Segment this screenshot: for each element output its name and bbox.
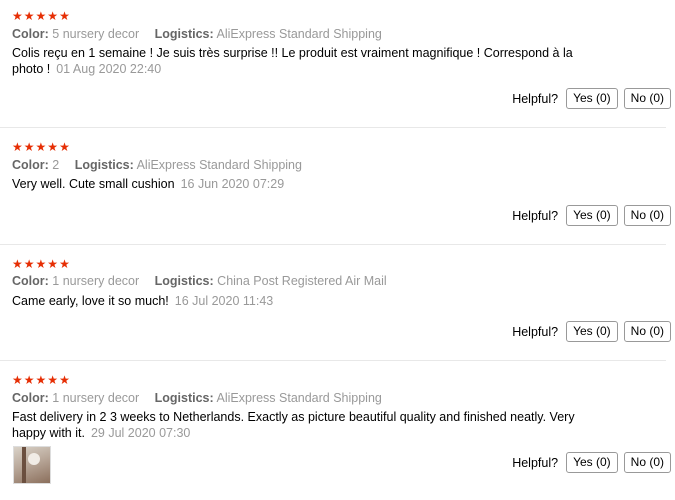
star-icon: ★ <box>35 9 47 23</box>
helpful-label: Helpful? <box>512 208 559 223</box>
star-icon: ★ <box>23 257 35 271</box>
star-rating: ★ ★ ★ ★ ★ <box>12 140 70 154</box>
review-meta: Color: 5 nursery decor Logistics: AliExp… <box>12 26 382 42</box>
helpful-bar: Helpful? Yes (0) No (0) <box>512 88 671 109</box>
logistics-value: AliExpress Standard Shipping <box>216 27 382 41</box>
star-icon: ★ <box>59 257 70 271</box>
star-icon: ★ <box>59 140 70 154</box>
review-text: Came early, love it so much! 16 Jul 2020 … <box>12 293 592 309</box>
helpful-label: Helpful? <box>512 324 559 339</box>
logistics-value: AliExpress Standard Shipping <box>216 391 382 405</box>
review-meta: Color: 2 Logistics: AliExpress Standard … <box>12 157 302 173</box>
helpful-yes-button[interactable]: Yes (0) <box>566 88 618 109</box>
logistics-label: Logistics: <box>154 274 214 288</box>
star-icon: ★ <box>12 140 23 154</box>
review-divider <box>0 360 666 361</box>
color-value: 1 nursery decor <box>52 391 140 405</box>
star-icon: ★ <box>23 9 35 23</box>
helpful-bar: Helpful? Yes (0) No (0) <box>512 321 671 342</box>
review-divider <box>0 127 666 128</box>
review-date: 16 Jul 2020 11:43 <box>174 294 274 308</box>
review-date: 01 Aug 2020 22:40 <box>56 62 162 76</box>
star-icon: ★ <box>47 140 59 154</box>
star-icon: ★ <box>35 140 47 154</box>
color-value: 2 <box>52 158 60 172</box>
review-text: Colis reçu en 1 semaine ! Je suis très s… <box>12 45 592 77</box>
star-rating: ★ ★ ★ ★ ★ <box>12 257 70 271</box>
color-label: Color: <box>12 391 49 405</box>
logistics-label: Logistics: <box>154 391 214 405</box>
review-body: Came early, love it so much! <box>12 294 169 308</box>
helpful-yes-button[interactable]: Yes (0) <box>566 205 618 226</box>
color-value: 5 nursery decor <box>52 27 140 41</box>
helpful-no-button[interactable]: No (0) <box>623 205 671 226</box>
logistics-value: AliExpress Standard Shipping <box>136 158 302 172</box>
color-label: Color: <box>12 158 49 172</box>
helpful-bar: Helpful? Yes (0) No (0) <box>512 205 671 226</box>
logistics-value: China Post Registered Air Mail <box>217 274 387 288</box>
star-icon: ★ <box>23 373 35 387</box>
star-icon: ★ <box>12 257 23 271</box>
helpful-bar: Helpful? Yes (0) No (0) <box>512 452 671 473</box>
star-icon: ★ <box>35 373 47 387</box>
review-date: 16 Jun 2020 07:29 <box>180 177 285 191</box>
review-date: 29 Jul 2020 07:30 <box>90 426 191 440</box>
helpful-no-button[interactable]: No (0) <box>623 321 671 342</box>
review-divider <box>0 244 666 245</box>
review-meta: Color: 1 nursery decor Logistics: AliExp… <box>12 390 382 406</box>
helpful-yes-button[interactable]: Yes (0) <box>566 452 618 473</box>
logistics-label: Logistics: <box>74 158 134 172</box>
helpful-no-button[interactable]: No (0) <box>623 452 671 473</box>
star-icon: ★ <box>47 257 59 271</box>
star-rating: ★ ★ ★ ★ ★ <box>12 9 70 23</box>
review-text: Fast delivery in 2 3 weeks to Netherland… <box>12 409 592 441</box>
review-photo-thumbnail[interactable] <box>13 446 51 484</box>
star-icon: ★ <box>47 373 59 387</box>
star-icon: ★ <box>12 373 23 387</box>
star-rating: ★ ★ ★ ★ ★ <box>12 373 70 387</box>
helpful-label: Helpful? <box>512 91 559 106</box>
star-icon: ★ <box>35 257 47 271</box>
color-label: Color: <box>12 274 49 288</box>
star-icon: ★ <box>23 140 35 154</box>
color-value: 1 nursery decor <box>52 274 140 288</box>
helpful-yes-button[interactable]: Yes (0) <box>566 321 618 342</box>
star-icon: ★ <box>59 373 70 387</box>
helpful-no-button[interactable]: No (0) <box>623 88 671 109</box>
star-icon: ★ <box>47 9 59 23</box>
helpful-label: Helpful? <box>512 455 559 470</box>
logistics-label: Logistics: <box>154 27 214 41</box>
review-body: Very well. Cute small cushion <box>12 177 175 191</box>
review-meta: Color: 1 nursery decor Logistics: China … <box>12 273 387 289</box>
color-label: Color: <box>12 27 49 41</box>
star-icon: ★ <box>12 9 23 23</box>
review-text: Very well. Cute small cushion 16 Jun 2020… <box>12 176 592 192</box>
star-icon: ★ <box>59 9 70 23</box>
